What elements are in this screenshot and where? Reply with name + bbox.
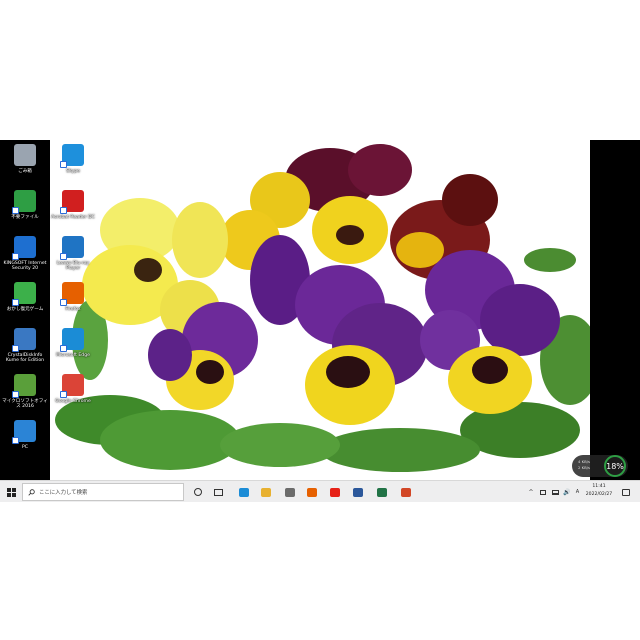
shortcut-arrow-icon: [12, 207, 19, 214]
desktop-icon-label: Microsoft Edge: [56, 353, 90, 358]
tray-box-icon: [540, 489, 546, 495]
shortcut-arrow-icon: [12, 345, 19, 352]
desktop-icon-label: ごみ箱: [18, 169, 32, 174]
mail-button[interactable]: [282, 481, 298, 502]
ime-mode-icon[interactable]: A: [573, 481, 582, 502]
office-setup-icon: [12, 374, 36, 398]
desktop-icon-label: KINGSOFT Internet Security 20: [3, 261, 47, 272]
desktop-icon-bluray-player[interactable]: Leawo Blu-ray Player: [50, 236, 96, 272]
shortcut-arrow-icon: [60, 207, 67, 214]
file-explorer-button[interactable]: [258, 481, 274, 502]
word-icon: [353, 487, 363, 497]
youtube-button[interactable]: [327, 481, 343, 502]
desktop-icon-label: Firefox: [65, 307, 81, 312]
shortcut-arrow-icon: [60, 391, 67, 398]
desktop-icon-eye-green[interactable]: おかし復元ゲーム: [2, 282, 48, 312]
recycle-bin-icon: [14, 144, 36, 166]
clock-date: 2022/02/27: [585, 492, 613, 497]
taskbar-search-box[interactable]: ここに入力して検索: [22, 483, 184, 501]
network-speed-text: 4 KB/s 2 KB/s: [578, 459, 590, 471]
file-explorer-icon: [261, 487, 271, 497]
desktop-icons-area: ごみ箱不要ファイル KINGSOFT Internet Security 20 おか…: [0, 140, 640, 480]
desktop-icon-label: おかし復元ゲーム: [6, 307, 44, 312]
excel-icon: [377, 487, 387, 497]
notification-icon: [622, 488, 630, 496]
notification-center-button[interactable]: [620, 481, 632, 502]
clock-time: 11:41: [592, 484, 606, 489]
firefox-taskbar-icon: [307, 487, 317, 497]
desktop-icon-recycle-bin[interactable]: ごみ箱: [2, 144, 48, 174]
shortcut-arrow-icon: [12, 299, 19, 306]
pc-monitor-icon: [12, 420, 36, 444]
desktop-icon-edge[interactable]: Microsoft Edge: [50, 328, 96, 358]
shortcut-arrow-icon: [60, 299, 67, 306]
search-placeholder: ここに入力して検索: [39, 490, 88, 496]
shortcut-arrow-icon: [60, 253, 67, 260]
firefox-taskbar-button[interactable]: [304, 481, 320, 502]
desktop-icon-label: 不要ファイル: [11, 215, 39, 220]
volume-icon[interactable]: 🔊: [562, 481, 572, 502]
memory-usage-gauge: 18%: [604, 455, 626, 477]
kingsoft-security-icon: [12, 236, 36, 260]
clock[interactable]: 11:41 2022/02/27: [582, 483, 616, 499]
shortcut-arrow-icon: [60, 345, 67, 352]
desktop-icon-label: PC: [22, 445, 28, 450]
excel-button[interactable]: [374, 481, 390, 502]
download-speed: 2 KB/s: [578, 465, 590, 470]
shortcut-arrow-icon: [12, 391, 19, 398]
desktop-icon-crystaldiskinfo[interactable]: CrystalDiskInfo Kume for Edition: [2, 328, 48, 364]
desktop-icon-label: CrystalDiskInfo Kume for Edition: [5, 353, 45, 364]
shortcut-arrow-icon: [12, 253, 19, 260]
desktop-screen: ごみ箱不要ファイル KINGSOFT Internet Security 20 おか…: [0, 140, 640, 502]
desktop-icon-label: Leawo Blu-ray Player: [56, 261, 90, 272]
search-icon: [28, 488, 35, 496]
edge-taskbar-icon: [239, 487, 249, 497]
tray-app-icon[interactable]: [538, 481, 548, 502]
crystaldiskinfo-icon: [12, 328, 36, 352]
desktop-icon-label: マイクロソフトオフィス 2016: [2, 399, 48, 410]
desktop-icon-recycle-green[interactable]: 不要ファイル: [2, 190, 48, 220]
start-button[interactable]: [2, 481, 20, 502]
network-monitor-widget[interactable]: 4 KB/s 2 KB/s 18%: [572, 455, 628, 477]
taskbar: ここに入力して検索 ^ 🔊 A 11:41 2022/02/27: [0, 480, 640, 502]
acrobat-reader-icon: [60, 190, 84, 214]
powerpoint-button[interactable]: [398, 481, 414, 502]
word-button[interactable]: [350, 481, 366, 502]
desktop-icon-label: Skype: [66, 169, 80, 174]
desktop-icon-chrome[interactable]: Google Chrome: [50, 374, 96, 404]
shortcut-arrow-icon: [12, 437, 19, 444]
network-monitor-icon: [551, 489, 559, 495]
shortcut-arrow-icon: [60, 161, 67, 168]
task-view-icon: [213, 488, 223, 496]
windows-logo-icon: [6, 487, 16, 497]
network-icon[interactable]: [550, 481, 560, 502]
eye-green-icon: [12, 282, 36, 306]
cortana-icon: [194, 488, 202, 496]
desktop-icon-label: Google Chrome: [55, 399, 91, 404]
bluray-player-icon: [60, 236, 84, 260]
chrome-icon: [60, 374, 84, 398]
edge-icon: [60, 328, 84, 352]
task-view-button[interactable]: [210, 481, 226, 502]
cortana-button[interactable]: [190, 481, 206, 502]
powerpoint-icon: [401, 487, 411, 497]
tray-overflow-chevron-icon[interactable]: ^: [527, 481, 535, 502]
mail-icon: [285, 487, 295, 497]
desktop-icon-pc-monitor[interactable]: PC: [2, 420, 48, 450]
skype-icon: [60, 144, 84, 168]
desktop-icon-kingsoft-security[interactable]: KINGSOFT Internet Security 20: [2, 236, 48, 272]
desktop-icon-office-setup[interactable]: マイクロソフトオフィス 2016: [2, 374, 48, 410]
desktop-icon-firefox[interactable]: Firefox: [50, 282, 96, 312]
firefox-icon: [60, 282, 84, 306]
youtube-icon: [330, 487, 340, 497]
recycle-green-icon: [12, 190, 36, 214]
edge-taskbar-button[interactable]: [236, 481, 252, 502]
desktop-icon-acrobat-reader[interactable]: Acrobat Reader DC: [50, 190, 96, 220]
desktop-icon-skype[interactable]: Skype: [50, 144, 96, 174]
desktop-icon-label: Acrobat Reader DC: [51, 215, 95, 220]
